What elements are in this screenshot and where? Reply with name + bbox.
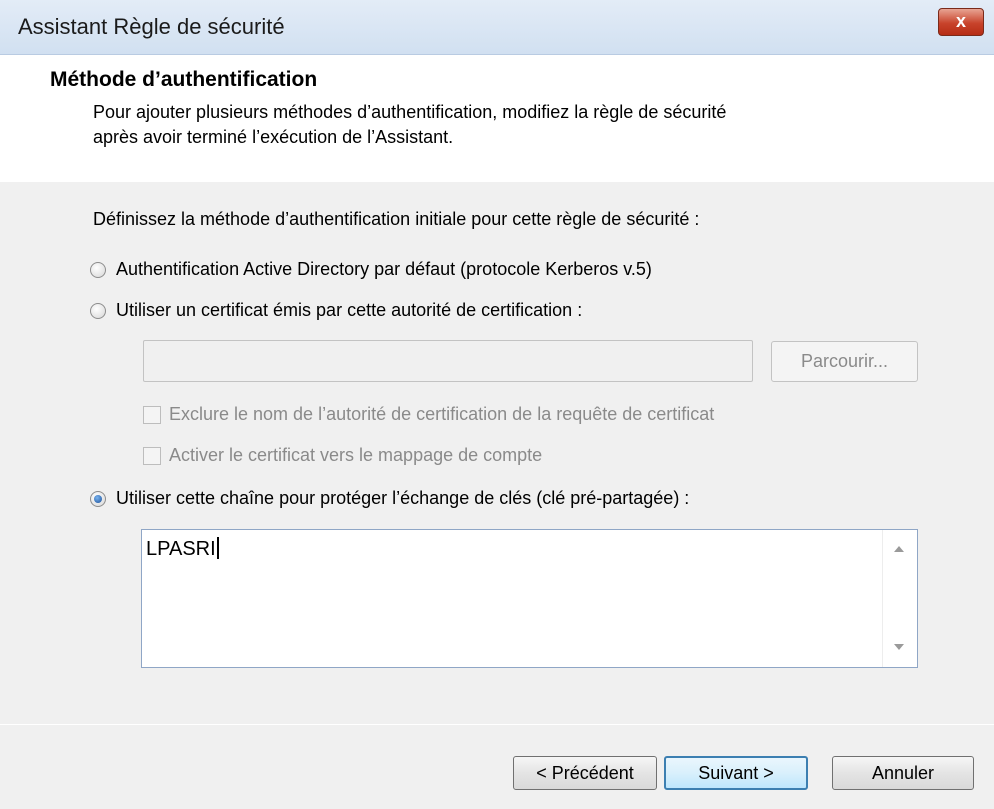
exclude-ca-name-checkbox[interactable] — [143, 405, 161, 424]
radio-option-preshared-key[interactable]: Utiliser cette chaîne pour protéger l’éc… — [90, 488, 689, 509]
radio-label: Utiliser un certificat émis par cette au… — [116, 300, 583, 320]
previous-button[interactable]: < Précédent — [513, 756, 657, 790]
text-caret — [216, 537, 219, 559]
title-bar: Assistant Règle de sécurité x — [0, 0, 994, 55]
cancel-button[interactable]: Annuler — [832, 756, 974, 790]
account-mapping-option[interactable]: Activer le certificat vers le mappage de… — [143, 445, 542, 466]
vertical-scrollbar[interactable] — [882, 530, 917, 667]
radio-button[interactable] — [90, 490, 106, 507]
description-line: Pour ajouter plusieurs méthodes d’authen… — [93, 102, 727, 122]
radio-label: Authentification Active Directory par dé… — [116, 259, 652, 279]
checkbox-label: Exclure le nom de l’autorité de certific… — [169, 404, 715, 424]
exclude-ca-name-option[interactable]: Exclure le nom de l’autorité de certific… — [143, 404, 714, 425]
account-mapping-checkbox[interactable] — [143, 446, 161, 465]
radio-option-certificate[interactable]: Utiliser un certificat émis par cette au… — [90, 300, 582, 321]
page-title: Méthode d’authentification — [50, 68, 318, 91]
window-title: Assistant Règle de sécurité — [18, 14, 285, 39]
radio-label: Utiliser cette chaîne pour protéger l’éc… — [116, 488, 690, 508]
preshared-key-value: LPASRI — [146, 538, 216, 560]
radio-button[interactable] — [90, 261, 106, 278]
page-description: Pour ajouter plusieurs méthodes d’authen… — [93, 100, 853, 150]
method-intro-label: Définissez la méthode d’authentification… — [93, 209, 700, 229]
preshared-key-text: LPASRI — [146, 537, 219, 561]
scroll-up-arrow-icon[interactable] — [894, 546, 904, 552]
close-button[interactable]: x — [938, 8, 984, 36]
preshared-key-textarea[interactable]: LPASRI — [141, 529, 918, 668]
browse-button[interactable]: Parcourir... — [771, 341, 918, 382]
certificate-authority-input[interactable] — [143, 340, 753, 382]
radio-option-kerberos[interactable]: Authentification Active Directory par dé… — [90, 259, 652, 280]
description-line: après avoir terminé l’exécution de l’Ass… — [93, 127, 454, 147]
checkbox-label: Activer le certificat vers le mappage de… — [169, 445, 543, 465]
next-button[interactable]: Suivant > — [664, 756, 808, 790]
scroll-down-arrow-icon[interactable] — [894, 644, 904, 650]
radio-button[interactable] — [90, 302, 106, 319]
